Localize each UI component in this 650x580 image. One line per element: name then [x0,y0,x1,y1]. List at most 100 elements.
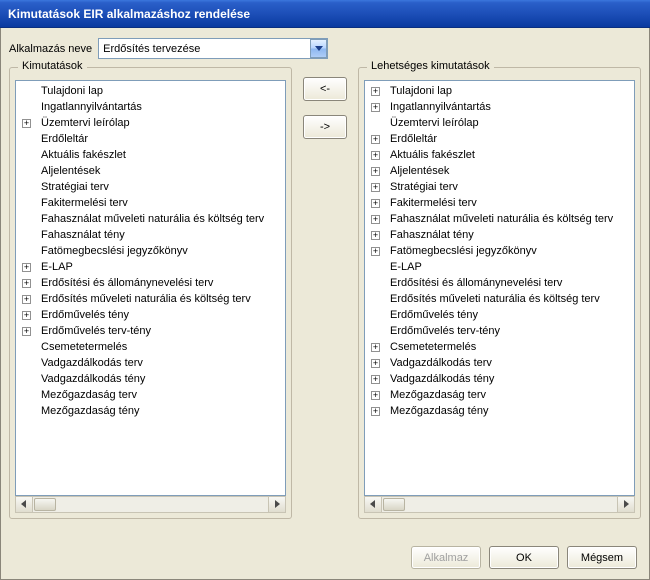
scroll-thumb[interactable] [34,498,56,511]
expand-icon[interactable]: + [371,231,380,240]
scroll-track[interactable] [382,497,617,512]
tree-leaf-icon [22,151,31,160]
tree-item[interactable]: +Ingatlannyilvántartás [365,99,634,115]
expand-icon[interactable]: + [371,167,380,176]
tree-item[interactable]: Aljelentések [16,163,285,179]
tree-item[interactable]: +Tulajdoni lap [365,83,634,99]
tree-item[interactable]: +Erdősítés műveleti naturália és költség… [16,291,285,307]
expand-icon[interactable]: + [371,407,380,416]
tree-item-label: Stratégiai terv [41,181,109,193]
tree-item[interactable]: Erdőleltár [16,131,285,147]
tree-item[interactable]: +Erdősítési és állománynevelési terv [16,275,285,291]
tree-item[interactable]: +Fatömegbecslési jegyzőkönyv [365,243,634,259]
scroll-thumb[interactable] [383,498,405,511]
expand-icon[interactable]: + [371,87,380,96]
tree-item[interactable]: +Üzemtervi leírólap [16,115,285,131]
expand-icon[interactable]: + [22,263,31,272]
tree-item[interactable]: Fakitermelési terv [16,195,285,211]
tree-item[interactable]: Fahasználat műveleti naturália és költsé… [16,211,285,227]
tree-item-label: Aljelentések [390,165,449,177]
tree-item[interactable]: Fatömegbecslési jegyzőkönyv [16,243,285,259]
dialog-footer: Alkalmaz OK Mégsem [411,546,637,569]
tree-item[interactable]: Mezőgazdaság tény [16,403,285,419]
tree-item[interactable]: Erdősítési és állománynevelési terv [365,275,634,291]
tree-item-label: Mezőgazdaság tény [41,405,139,417]
tree-item[interactable]: Stratégiai terv [16,179,285,195]
tree-item[interactable]: Aktuális fakészlet [16,147,285,163]
cancel-button[interactable]: Mégsem [567,546,637,569]
right-hscrollbar[interactable] [364,496,635,513]
scroll-left-button[interactable] [365,497,382,512]
tree-item[interactable]: Vadgazdálkodás tény [16,371,285,387]
tree-item[interactable]: +Vadgazdálkodás tény [365,371,634,387]
expand-icon[interactable]: + [22,119,31,128]
expand-icon[interactable]: + [371,391,380,400]
tree-item[interactable]: +Erdőleltár [365,131,634,147]
expand-icon[interactable]: + [371,183,380,192]
expand-icon[interactable]: + [371,135,380,144]
tree-item[interactable]: Mezőgazdaság terv [16,387,285,403]
expand-icon[interactable]: + [22,327,31,336]
expand-icon[interactable]: + [371,199,380,208]
expand-icon[interactable]: + [22,311,31,320]
expand-icon[interactable]: + [371,247,380,256]
move-left-button[interactable]: <- [303,77,347,101]
scroll-track[interactable] [33,497,268,512]
expand-icon[interactable]: + [371,343,380,352]
scroll-left-button[interactable] [16,497,33,512]
tree-item[interactable]: +Aktuális fakészlet [365,147,634,163]
apply-button[interactable]: Alkalmaz [411,546,481,569]
apply-label: Alkalmaz [424,552,469,564]
tree-item[interactable]: +Csemetetermelés [365,339,634,355]
tree-item[interactable]: Fahasználat tény [16,227,285,243]
tree-item[interactable]: + Aljelentések [365,163,634,179]
tree-item[interactable]: Vadgazdálkodás terv [16,355,285,371]
tree-item[interactable]: +Fahasználat tény [365,227,634,243]
scroll-right-button[interactable] [617,497,634,512]
expand-icon[interactable]: + [371,215,380,224]
tree-item-label: Stratégiai terv [390,181,458,193]
tree-leaf-icon [371,279,380,288]
tree-item[interactable]: Erdősítés műveleti naturália és költség … [365,291,634,307]
right-tree[interactable]: +Tulajdoni lap+IngatlannyilvántartásÜzem… [365,81,634,495]
tree-item[interactable]: +Mezőgazdaság terv [365,387,634,403]
tree-item[interactable]: +Vadgazdálkodás terv [365,355,634,371]
left-group-title: Kimutatások [18,60,87,72]
app-name-combo[interactable]: Erdősítés tervezése [98,38,328,59]
expand-icon[interactable]: + [371,151,380,160]
tree-item-label: E-LAP [390,261,422,273]
combo-dropdown-button[interactable] [310,39,327,58]
tree-item[interactable]: Csemetetermelés [16,339,285,355]
tree-item[interactable]: E-LAP [365,259,634,275]
expand-icon[interactable]: + [22,295,31,304]
scroll-right-button[interactable] [268,497,285,512]
tree-item[interactable]: Üzemtervi leírólap [365,115,634,131]
tree-item[interactable]: +Erdőművelés tény [16,307,285,323]
app-name-value: Erdősítés tervezése [103,43,200,55]
tree-leaf-icon [22,183,31,192]
tree-item[interactable]: +Fahasználat műveleti naturália és költs… [365,211,634,227]
tree-item[interactable]: Ingatlannyilvántartás [16,99,285,115]
tree-leaf-icon [22,407,31,416]
expand-icon[interactable]: + [371,375,380,384]
expand-icon[interactable]: + [22,279,31,288]
tree-leaf-icon [22,135,31,144]
right-group-title: Lehetséges kimutatások [367,60,494,72]
tree-item[interactable]: +Fakitermelési terv [365,195,634,211]
tree-item[interactable]: Erdőművelés terv-tény [365,323,634,339]
tree-item[interactable]: +Erdőművelés terv-tény [16,323,285,339]
tree-item[interactable]: Erdőművelés tény [365,307,634,323]
ok-button[interactable]: OK [489,546,559,569]
tree-item[interactable]: + Mezőgazdaság tény [365,403,634,419]
tree-leaf-icon [22,199,31,208]
left-hscrollbar[interactable] [15,496,286,513]
tree-item[interactable]: +E-LAP [16,259,285,275]
tree-item[interactable]: Tulajdoni lap [16,83,285,99]
tree-item[interactable]: + Stratégiai terv [365,179,634,195]
left-tree[interactable]: Tulajdoni lap Ingatlannyilvántartás +Üzemt… [16,81,285,495]
expand-icon[interactable]: + [371,103,380,112]
tree-item-label: Mezőgazdaság tény [390,405,488,417]
tree-item-label: Ingatlannyilvántartás [41,101,142,113]
expand-icon[interactable]: + [371,359,380,368]
move-right-button[interactable]: -> [303,115,347,139]
